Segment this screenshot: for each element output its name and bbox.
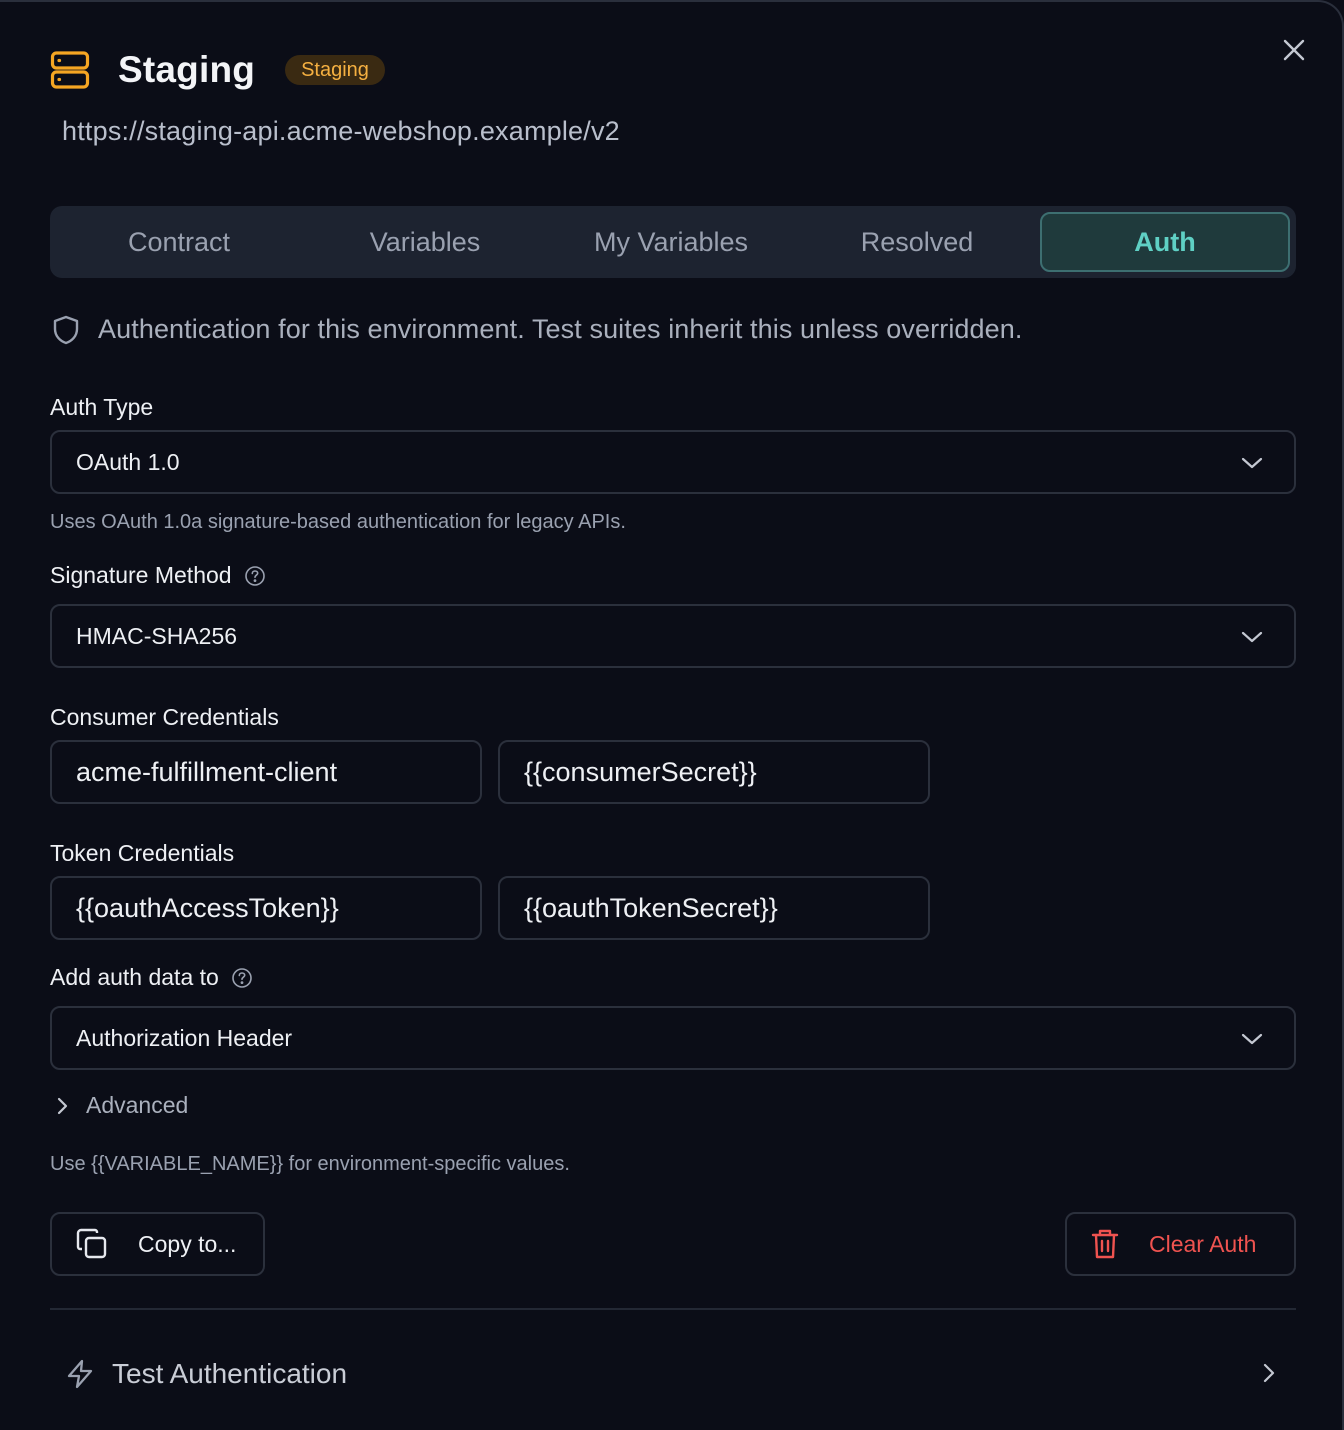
tab-variables[interactable]: Variables <box>302 212 548 272</box>
test-authentication-label: Test Authentication <box>112 1358 348 1389</box>
copy-to-button[interactable]: Copy to... <box>50 1212 265 1276</box>
help-icon[interactable] <box>231 967 253 989</box>
auth-type-label-text: Auth Type <box>50 394 154 420</box>
copy-to-label: Copy to... <box>138 1230 237 1257</box>
auth-info: Authentication for this environment. Tes… <box>52 314 1022 345</box>
access-token-input[interactable]: {{oauthAccessToken}} <box>50 876 482 940</box>
token-credentials-label-text: Token Credentials <box>50 840 235 866</box>
trash-icon <box>1091 1229 1119 1259</box>
add-auth-to-select[interactable]: Authorization Header <box>50 1006 1296 1070</box>
add-auth-to-label: Add auth data to <box>50 964 253 991</box>
signature-method-label-text: Signature Method <box>50 562 232 588</box>
token-secret-input[interactable]: {{oauthTokenSecret}} <box>498 876 930 940</box>
signature-method-select[interactable]: HMAC-SHA256 <box>50 604 1296 668</box>
close-button[interactable] <box>1280 36 1308 64</box>
advanced-label: Advanced <box>86 1092 189 1118</box>
advanced-toggle[interactable]: Advanced <box>56 1092 188 1119</box>
close-icon <box>1283 39 1305 61</box>
chevron-right-icon <box>1263 1363 1275 1383</box>
copy-icon <box>76 1228 107 1259</box>
environment-badge: Staging <box>285 55 385 85</box>
tab-resolved[interactable]: Resolved <box>794 212 1040 272</box>
tab-my-variables[interactable]: My Variables <box>548 212 794 272</box>
tab-bar: Contract Variables My Variables Resolved… <box>50 206 1296 278</box>
environment-url: https://staging-api.acme-webshop.example… <box>62 116 620 146</box>
clear-auth-button[interactable]: Clear Auth <box>1065 1212 1296 1276</box>
chevron-down-icon <box>1241 631 1263 643</box>
shield-icon <box>53 315 79 344</box>
token-credentials-label: Token Credentials <box>50 840 234 867</box>
auth-type-value: OAuth 1.0 <box>76 448 180 475</box>
consumer-credentials-label: Consumer Credentials <box>50 704 279 731</box>
chevron-down-icon <box>1241 457 1263 469</box>
auth-type-label: Auth Type <box>50 394 153 421</box>
page-title: Staging <box>118 49 256 90</box>
add-auth-to-label-text: Add auth data to <box>50 964 219 990</box>
divider <box>50 1308 1296 1310</box>
chevron-down-icon <box>1241 1033 1263 1045</box>
server-icon <box>50 50 90 90</box>
panel-header: Staging Staging <box>50 48 385 92</box>
clear-auth-label: Clear Auth <box>1149 1230 1257 1257</box>
lightning-icon <box>67 1359 93 1389</box>
auth-type-select[interactable]: OAuth 1.0 <box>50 430 1296 494</box>
test-authentication-row[interactable]: Test Authentication <box>66 1352 1276 1396</box>
variable-hint: Use {{VARIABLE_NAME}} for environment-sp… <box>50 1153 570 1175</box>
consumer-key-input[interactable]: acme-fulfillment-client <box>50 740 482 804</box>
consumer-secret-input[interactable]: {{consumerSecret}} <box>498 740 930 804</box>
environment-panel: Staging Staging https://staging-api.acme… <box>0 0 1344 1430</box>
signature-method-value: HMAC-SHA256 <box>76 622 238 649</box>
consumer-credentials-label-text: Consumer Credentials <box>50 704 279 730</box>
add-auth-to-value: Authorization Header <box>76 1024 293 1051</box>
signature-method-label: Signature Method <box>50 562 266 589</box>
tab-contract[interactable]: Contract <box>56 212 302 272</box>
auth-type-hint: Uses OAuth 1.0a signature-based authenti… <box>50 511 626 533</box>
chevron-right-icon <box>57 1097 68 1114</box>
auth-info-text: Authentication for this environment. Tes… <box>98 314 1023 344</box>
tab-auth[interactable]: Auth <box>1040 212 1290 272</box>
help-icon[interactable] <box>244 565 266 587</box>
